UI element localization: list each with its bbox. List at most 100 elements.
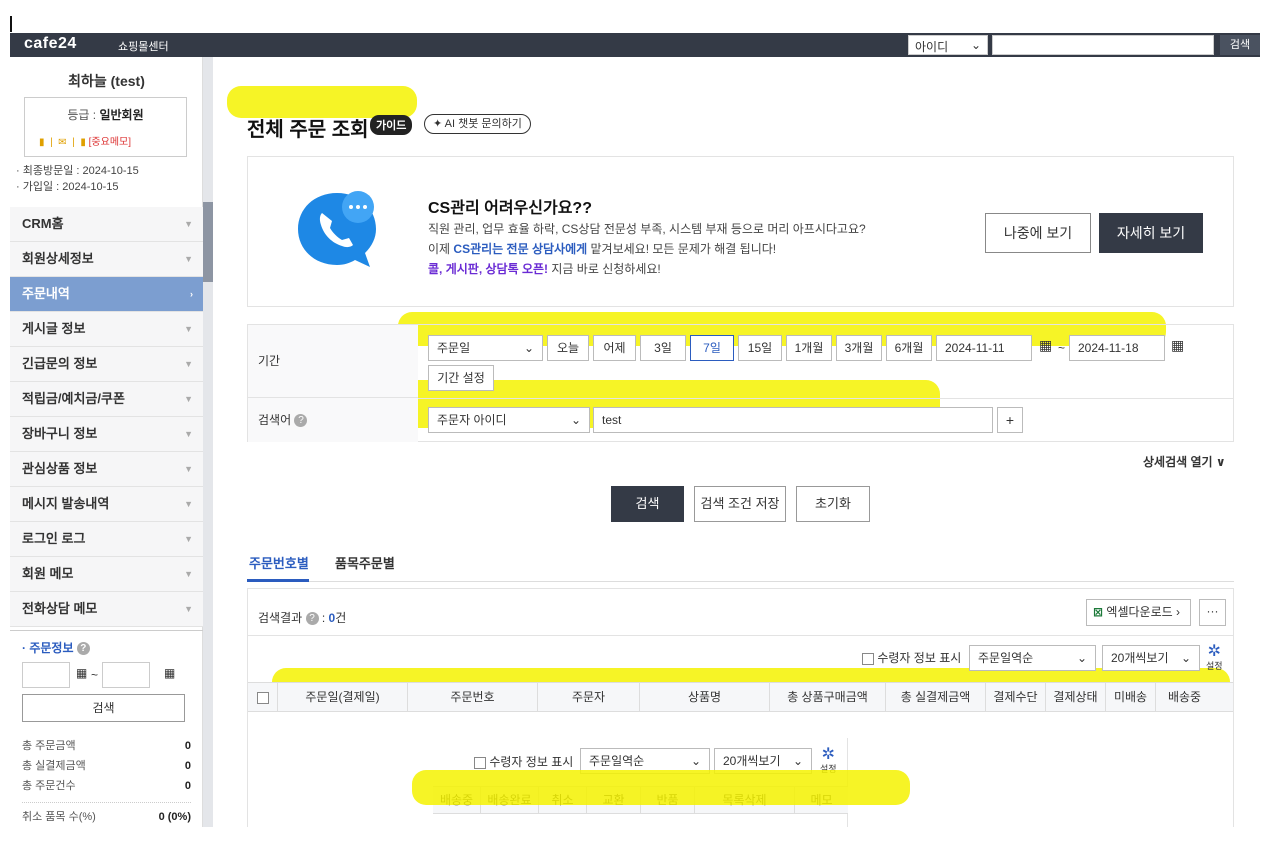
memo-icon[interactable]: ▮: [80, 137, 86, 148]
quick-15days[interactable]: 15일: [738, 335, 782, 361]
help-icon[interactable]: ?: [305, 612, 319, 626]
sidebar-item-messages[interactable]: 메시지 발송내역 ▼: [10, 487, 203, 522]
shop-center-label: 쇼핑몰센터: [118, 41, 169, 53]
select-all-cell[interactable]: [248, 683, 278, 711]
sidebar-item-crm-home[interactable]: CRM홈 ▼: [10, 207, 203, 242]
checkbox[interactable]: [474, 756, 486, 769]
search-button[interactable]: 검색: [611, 486, 684, 522]
sort-select[interactable]: 주문일역순 ⌄: [969, 645, 1096, 671]
quick-6months[interactable]: 6개월: [886, 335, 932, 361]
result-tabs: 주문번호별 품목주문별: [247, 550, 1234, 582]
top-search-input[interactable]: [992, 35, 1214, 55]
sidebar-item-phone-memo[interactable]: 전화상담 메모 ▼: [10, 592, 203, 627]
guide-badge[interactable]: 가이드: [370, 115, 413, 135]
excel-download-button[interactable]: ⊠ 엑셀다운로드 ›: [1086, 599, 1191, 626]
later-button[interactable]: 나중에 보기: [985, 213, 1091, 253]
sidebar-item-urgent-inquiry[interactable]: 긴급문의 정보 ▼: [10, 347, 203, 382]
quick-7days[interactable]: 7일: [690, 335, 734, 361]
top-search-button[interactable]: 검색: [1220, 35, 1260, 55]
stat-row: 총 주문건수 0: [22, 780, 191, 792]
show-receiver-toggle[interactable]: 수령자 정보 표시: [474, 753, 573, 770]
note-icon[interactable]: ▮: [39, 137, 45, 148]
date-type-select[interactable]: 주문일 ⌄: [428, 335, 543, 361]
top-search-type-select[interactable]: 아이디 ⌄: [908, 35, 988, 55]
settings-gear-icon[interactable]: ✲ 설정: [1206, 644, 1223, 673]
sidebar-item-member-detail[interactable]: 회원상세정보 ▼: [10, 242, 203, 277]
end-date-input[interactable]: 2024-11-18: [1069, 335, 1165, 361]
save-condition-button[interactable]: 검색 조건 저장: [694, 486, 786, 522]
chevron-down-icon: ⌄: [523, 341, 534, 355]
text-cursor: [10, 16, 12, 32]
page-size-select[interactable]: 20개씩보기 ⌄: [1102, 645, 1200, 671]
tab-by-item-order[interactable]: 품목주문별: [335, 553, 395, 572]
col-undelivered[interactable]: 미배송: [1106, 683, 1156, 711]
calendar-icon[interactable]: ▦: [1039, 337, 1052, 354]
calendar-icon[interactable]: ▦: [76, 666, 87, 680]
quick-yesterday[interactable]: 어제: [593, 335, 636, 361]
select-all-checkbox[interactable]: [256, 691, 269, 704]
col-total-paid-amount[interactable]: 총 실결제금액: [886, 683, 986, 711]
result-count: 검색결과 ? : 0건: [258, 611, 347, 626]
tab-by-order-number[interactable]: 주문번호별: [249, 553, 309, 572]
sidebar-search-button[interactable]: 검색: [22, 694, 185, 722]
chevron-down-icon: ▼: [184, 254, 193, 264]
calendar-icon[interactable]: ▦: [1171, 337, 1184, 354]
order-stats: 총 주문금액 0 총 실결제금액 0 총 주문건수 0 취소 품목 수(%) 0 (0%…: [22, 736, 191, 827]
cafe24-logo[interactable]: cafe24: [24, 35, 77, 53]
sidebar-item-wishlist[interactable]: 관심상품 정보 ▼: [10, 452, 203, 487]
sidebar-item-cart[interactable]: 장바구니 정보 ▼: [10, 417, 203, 452]
quick-3days[interactable]: 3일: [640, 335, 686, 361]
keyword-input[interactable]: test: [593, 407, 993, 433]
help-icon[interactable]: ?: [76, 642, 90, 656]
sidebar-item-login-log[interactable]: 로그인 로그 ▼: [10, 522, 203, 557]
results-header: 검색결과 ? : 0건 ⊠ 엑셀다운로드 › ···: [248, 589, 1233, 636]
sidebar-item-orders[interactable]: 주문내역 ›: [10, 277, 203, 312]
order-info-title: · 주문정보 ?: [22, 639, 191, 656]
order-info-box: · 주문정보 ? ▦ ~ ▦ 검색 총 주문금액 0 총 실결제금액 0 총 주문건…: [10, 630, 203, 827]
cancel-stat-row: 취소 품목 수(%) 0 (0%): [22, 802, 191, 827]
keyword-type-select[interactable]: 주문자 아이디 ⌄: [428, 407, 590, 433]
collapse-handle[interactable]: [203, 202, 213, 282]
chevron-down-icon: ⌄: [1180, 651, 1191, 665]
sidebar-menu: CRM홈 ▼ 회원상세정보 ▼ 주문내역 › 게시글 정보 ▼ 긴급문의 정보 ▼ 적립금…: [10, 207, 203, 627]
reset-button[interactable]: 초기화: [796, 486, 870, 522]
quick-1month[interactable]: 1개월: [786, 335, 832, 361]
sidebar-item-posts[interactable]: 게시글 정보 ▼: [10, 312, 203, 347]
ai-chatbot-button[interactable]: ✦ AI 챗봇 문의하기: [424, 114, 531, 134]
col-payment-status[interactable]: 결제상태: [1046, 683, 1106, 711]
last-visit: · 최종방문일 : 2024-10-15: [16, 165, 139, 177]
important-memo-link[interactable]: [중요메모]: [89, 137, 131, 148]
checkbox[interactable]: [862, 652, 874, 665]
show-receiver-toggle[interactable]: 수령자 정보 표시: [862, 649, 961, 666]
col-order-number[interactable]: 주문번호: [408, 683, 538, 711]
banner-line: 콜, 게시판, 상담톡 오픈! 지금 바로 신청하세요!: [428, 262, 661, 276]
help-icon[interactable]: ?: [294, 414, 308, 428]
order-start-date[interactable]: [22, 662, 70, 688]
quick-today[interactable]: 오늘: [547, 335, 589, 361]
crm-sidebar: 최하늘 (test) 등급 : 일반회원 ▮ | ✉ | ▮ [중요메모] · …: [10, 57, 203, 827]
col-shipping[interactable]: 배송중: [1156, 683, 1213, 711]
more-options-button[interactable]: ···: [1199, 599, 1226, 626]
start-date-input[interactable]: 2024-11-11: [936, 335, 1032, 361]
col-order-date[interactable]: 주문일(결제일): [278, 683, 408, 711]
chevron-down-icon: ▼: [184, 429, 193, 439]
member-name: 최하늘 (test): [68, 73, 145, 89]
period-setting-button[interactable]: 기간 설정: [428, 365, 494, 391]
stat-row: 총 실결제금액 0: [22, 760, 191, 772]
col-payment-method[interactable]: 결제수단: [986, 683, 1046, 711]
order-end-date[interactable]: [102, 662, 150, 688]
mail-icon[interactable]: ✉: [58, 137, 66, 148]
detail-search-toggle[interactable]: 상세검색 열기 ∨: [1143, 453, 1226, 470]
calendar-icon[interactable]: ▦: [164, 666, 175, 680]
sidebar-item-member-memo[interactable]: 회원 메모 ▼: [10, 557, 203, 592]
add-keyword-button[interactable]: +: [997, 407, 1023, 433]
excel-icon: ⊠: [1093, 605, 1104, 619]
col-total-product-amount[interactable]: 총 상품구매금액: [770, 683, 886, 711]
col-orderer[interactable]: 주문자: [538, 683, 640, 711]
period-label: 기간: [248, 325, 418, 398]
sidebar-item-points-coupons[interactable]: 적립금/예치금/쿠폰 ▼: [10, 382, 203, 417]
quick-3months[interactable]: 3개월: [836, 335, 882, 361]
detail-button[interactable]: 자세히 보기: [1099, 213, 1203, 253]
col-product-name[interactable]: 상품명: [640, 683, 770, 711]
sidebar-collapse-strip[interactable]: [203, 57, 213, 827]
